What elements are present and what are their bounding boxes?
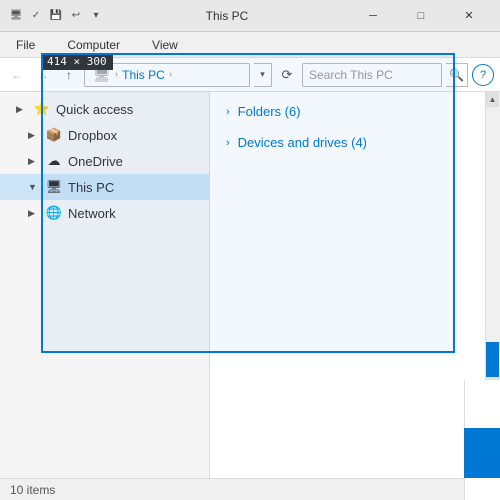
ribbon-tab-file[interactable]: File bbox=[8, 34, 43, 56]
drives-header[interactable]: › Devices and drives (4) bbox=[226, 135, 484, 150]
sidebar-label-quick-access: Quick access bbox=[56, 102, 133, 117]
window-controls: ─ □ ✕ bbox=[350, 0, 492, 32]
undo-icon[interactable]: ↩ bbox=[68, 8, 84, 24]
sidebar-item-thispc[interactable]: ▼ 🖥 This PC bbox=[0, 174, 209, 200]
search-placeholder: Search This PC bbox=[309, 68, 393, 82]
path-chevron-1: › bbox=[115, 69, 118, 80]
search-box[interactable]: Search This PC bbox=[302, 63, 442, 87]
network-icon: 🌐 bbox=[46, 205, 62, 221]
onedrive-icon: ☁ bbox=[46, 153, 62, 169]
close-button[interactable]: ✕ bbox=[446, 0, 492, 32]
sidebar-item-dropbox[interactable]: ▶ 📦 Dropbox bbox=[0, 122, 209, 148]
thispc-icon: 🖥 bbox=[46, 179, 62, 195]
drives-chevron: › bbox=[226, 137, 230, 149]
quick-access-icon: ⭐ bbox=[34, 101, 50, 117]
sidebar-item-quick-access[interactable]: ▶ ⭐ Quick access bbox=[0, 96, 209, 122]
title-bar-icons: 🖥 ✓ 💾 ↩ ▾ bbox=[8, 8, 104, 24]
quick-access-icon[interactable]: ✓ bbox=[28, 8, 44, 24]
path-thispc: This PC bbox=[122, 68, 165, 82]
expand-arrow-quick-access: ▶ bbox=[16, 104, 28, 115]
folders-chevron: › bbox=[226, 106, 230, 118]
file-area: › Folders (6) › Devices and drives (4) bbox=[210, 92, 500, 478]
sidebar-label-onedrive: OneDrive bbox=[68, 154, 123, 169]
address-dropdown-button[interactable]: ▾ bbox=[254, 63, 272, 87]
save-icon[interactable]: 💾 bbox=[48, 8, 64, 24]
path-chevron-2: › bbox=[169, 69, 172, 80]
item-count: 10 items bbox=[10, 483, 55, 497]
drives-section: › Devices and drives (4) bbox=[226, 135, 484, 150]
scrollbar-track[interactable]: ▲ ▼ bbox=[485, 92, 500, 392]
sidebar-label-network: Network bbox=[68, 206, 116, 221]
sidebar-label-thispc: This PC bbox=[68, 180, 114, 195]
folders-section: › Folders (6) bbox=[226, 104, 484, 119]
expand-arrow-thispc: ▼ bbox=[28, 182, 40, 192]
expand-arrow-dropbox: ▶ bbox=[28, 130, 40, 141]
back-button[interactable]: ← bbox=[6, 64, 28, 86]
expand-arrow-onedrive: ▶ bbox=[28, 156, 40, 167]
scrollbar-up-button[interactable]: ▲ bbox=[486, 92, 499, 107]
dropdown-icon[interactable]: ▾ bbox=[88, 8, 104, 24]
ribbon-tab-view[interactable]: View bbox=[144, 34, 186, 56]
refresh-button[interactable]: ⟳ bbox=[276, 64, 298, 86]
sidebar-item-onedrive[interactable]: ▶ ☁ OneDrive bbox=[0, 148, 209, 174]
title-bar: 🖥 ✓ 💾 ↩ ▾ This PC ─ □ ✕ bbox=[0, 0, 500, 32]
info-panel bbox=[464, 380, 500, 500]
folders-header[interactable]: › Folders (6) bbox=[226, 104, 484, 119]
size-badge: 414 × 300 bbox=[41, 53, 113, 70]
main-content: ▶ ⭐ Quick access ▶ 📦 Dropbox ▶ ☁ OneDriv… bbox=[0, 92, 500, 478]
help-button[interactable]: ? bbox=[472, 64, 494, 86]
drives-title: Devices and drives (4) bbox=[238, 135, 367, 150]
info-panel-highlight bbox=[464, 428, 500, 478]
sidebar-label-dropbox: Dropbox bbox=[68, 128, 117, 143]
sidebar-item-network[interactable]: ▶ 🌐 Network bbox=[0, 200, 209, 226]
app-icon: 🖥 bbox=[8, 8, 24, 24]
minimize-button[interactable]: ─ bbox=[350, 0, 396, 32]
dropbox-icon: 📦 bbox=[46, 127, 62, 143]
search-button[interactable]: 🔍 bbox=[446, 63, 468, 87]
folders-title: Folders (6) bbox=[238, 104, 301, 119]
sidebar: ▶ ⭐ Quick access ▶ 📦 Dropbox ▶ ☁ OneDriv… bbox=[0, 92, 210, 478]
status-bar: 10 items bbox=[0, 478, 500, 500]
expand-arrow-network: ▶ bbox=[28, 208, 40, 219]
scrollbar-thumb[interactable] bbox=[486, 342, 499, 382]
maximize-button[interactable]: □ bbox=[398, 0, 444, 32]
window-title: This PC bbox=[104, 9, 350, 23]
